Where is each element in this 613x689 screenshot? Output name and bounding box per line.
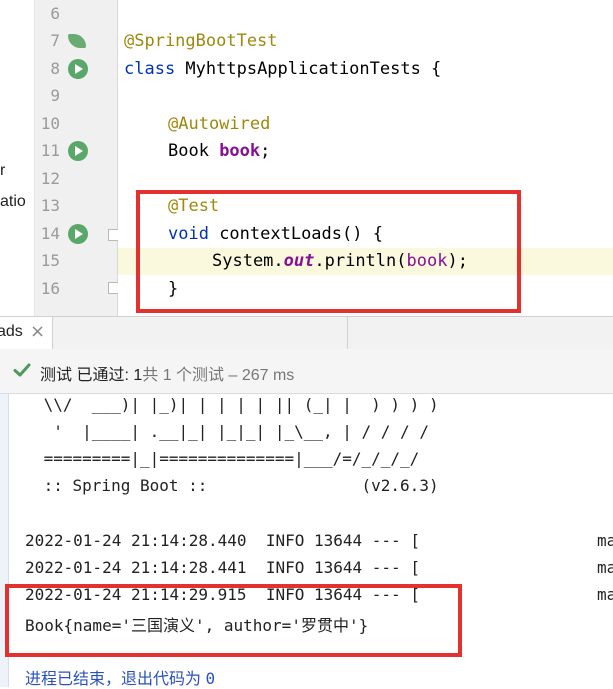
annotation-token: @Autowired bbox=[168, 114, 271, 134]
passed-count: 1 bbox=[133, 367, 143, 384]
line-number: 16 bbox=[40, 279, 60, 298]
line-number: 8 bbox=[50, 59, 60, 78]
run-test-icon[interactable] bbox=[68, 59, 88, 79]
console-log-thread: ma bbox=[597, 558, 613, 577]
line-number: 12 bbox=[40, 169, 60, 188]
code-line-8: class MyhttpsApplicationTests { bbox=[124, 59, 441, 79]
output-highlight-box bbox=[5, 584, 462, 657]
duration-label: – 267 ms bbox=[224, 367, 295, 384]
line-number: 11 bbox=[40, 141, 60, 160]
console-line: :: Spring Boot :: (v2.6.3) bbox=[34, 476, 439, 495]
run-test-icon[interactable] bbox=[68, 224, 88, 244]
line-number: 10 bbox=[40, 114, 60, 133]
class-name-token: MyhttpsApplicationTests { bbox=[175, 59, 442, 79]
total-tests-label: 共 1 个测试 bbox=[142, 367, 225, 384]
line-number: 14 bbox=[40, 224, 60, 243]
project-tree-item[interactable]: atio bbox=[0, 193, 26, 211]
exit-text: 进程已结束，退出代码为 bbox=[25, 671, 206, 688]
line-number: 7 bbox=[50, 31, 60, 50]
project-panel: r atio bbox=[0, 0, 34, 316]
line-number: 6 bbox=[50, 4, 60, 23]
test-method-highlight-box bbox=[136, 190, 521, 313]
run-tab[interactable]: ads × bbox=[0, 317, 53, 349]
console-line: ' |____| .__|_| |_|_| |_\__, | / / / / bbox=[34, 422, 429, 441]
code-line-11: Book book; bbox=[168, 141, 270, 161]
project-tree-item[interactable]: r bbox=[0, 162, 5, 180]
console-log-thread: ma bbox=[597, 531, 613, 550]
type-token: Book bbox=[168, 141, 220, 161]
test-status-bar: 测试 已通过: 1共 1 个测试 – 267 ms bbox=[0, 349, 613, 394]
close-icon[interactable]: × bbox=[30, 321, 45, 342]
run-tab-label: ads bbox=[0, 323, 23, 340]
console-log-line: 2022-01-24 21:14:28.441 INFO 13644 --- [ bbox=[25, 558, 420, 577]
punct-token: ; bbox=[260, 141, 271, 161]
console-line: =========|_|==============|___/=/_/_/_/ bbox=[34, 449, 420, 468]
tab-separator bbox=[347, 317, 348, 349]
process-exit-line: 进程已结束，退出代码为 0 bbox=[25, 665, 215, 689]
passed-label: 测试 已通过: bbox=[40, 367, 134, 384]
run-tab-bar: ads × bbox=[0, 316, 613, 350]
line-number: 9 bbox=[50, 86, 60, 105]
field-token: book bbox=[219, 141, 261, 161]
console-line: \\/ ___)| |_)| | | | | || (_| | ) ) ) ) bbox=[34, 395, 439, 414]
keyword-token: class bbox=[124, 59, 176, 79]
code-line-7: @SpringBootTest bbox=[124, 31, 278, 51]
console-log-thread: ma bbox=[597, 585, 613, 604]
autowired-bean-icon[interactable] bbox=[68, 141, 88, 161]
test-status-text: 测试 已通过: 1共 1 个测试 – 267 ms bbox=[40, 361, 294, 385]
console-log-line: 2022-01-24 21:14:28.440 INFO 13644 --- [ bbox=[25, 531, 420, 550]
annotation-token: @SpringBootTest bbox=[124, 31, 278, 51]
line-number: 15 bbox=[40, 251, 60, 270]
check-icon bbox=[13, 363, 31, 377]
line-number: 13 bbox=[40, 196, 60, 215]
code-line-10: @Autowired bbox=[168, 114, 270, 134]
exit-code: 0 bbox=[205, 669, 216, 688]
